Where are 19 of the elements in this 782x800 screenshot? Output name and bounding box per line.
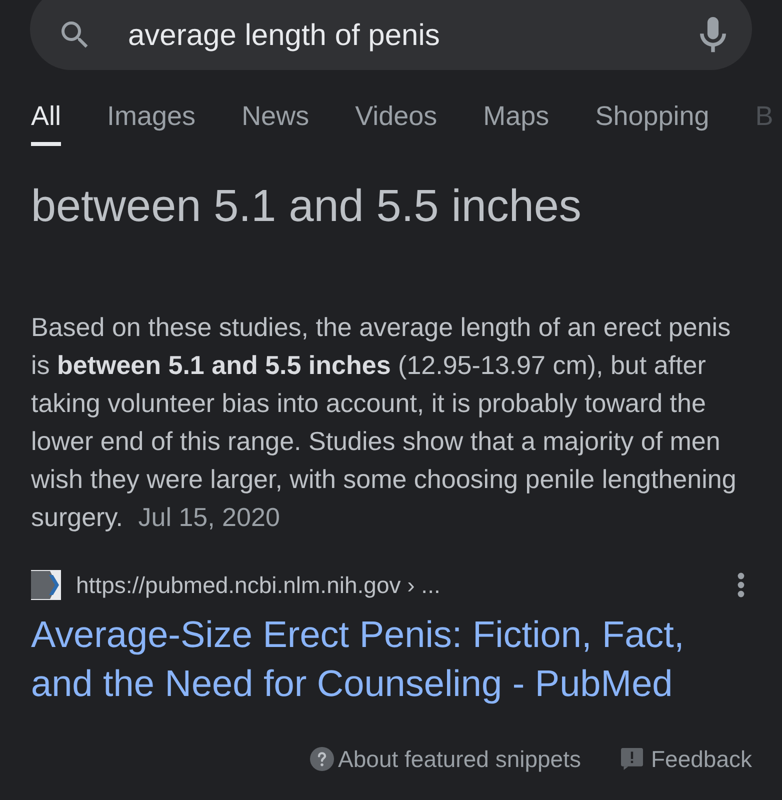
about-snippets-link[interactable]: About featured snippets	[338, 742, 581, 776]
microphone-icon[interactable]	[700, 16, 726, 54]
snippet-paragraph: Based on these studies, the average length of an erect penis is between 5.1 and 5.5 inches (12.95-13.97 cm), but after taking volunteer bias into account, it is probably toward the lower end of this range. Studies show that a majority of men wish they were larger, with some choosing penile lengthening surgery. Jul 15, 2020	[31, 311, 738, 534]
site-favicon	[31, 570, 61, 600]
search-tab[interactable]: Images	[107, 100, 196, 146]
search-tab[interactable]: Shopping	[595, 100, 710, 146]
answer-heading: between 5.1 and 5.5 inches	[31, 179, 582, 233]
search-tab[interactable]: Videos	[355, 100, 438, 146]
feedback-icon[interactable]	[620, 748, 643, 770]
search-query[interactable]: average length of penis	[128, 12, 700, 58]
search-tab[interactable]: All	[31, 100, 62, 146]
result-title-link[interactable]: Average-Size Erect Penis: Fiction, Fact, and the Need for Counseling - PubMed	[31, 610, 721, 708]
feedback-link[interactable]: Feedback	[650, 742, 752, 776]
more-options-icon[interactable]	[737, 572, 745, 598]
source-url[interactable]: https://pubmed.ncbi.nlm.nih.gov › ...	[76, 568, 440, 602]
search-tab[interactable]: Maps	[483, 100, 550, 146]
search-bar[interactable]: average length of penis	[30, 0, 752, 70]
search-tab[interactable]: News	[242, 100, 310, 146]
help-icon[interactable]	[310, 747, 334, 771]
